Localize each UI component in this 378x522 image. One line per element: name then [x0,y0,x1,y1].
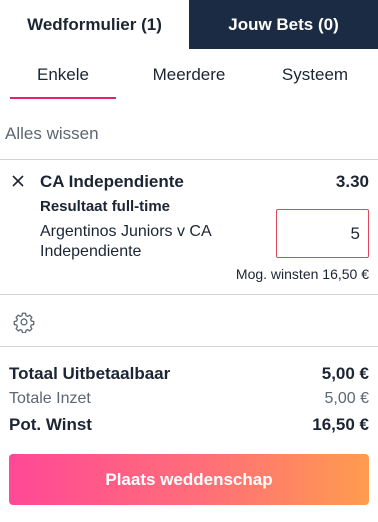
selection-odds: 3.30 [335,172,369,191]
gear-icon[interactable] [13,311,35,333]
tab-my-bets[interactable]: Jouw Bets (0) [189,0,378,49]
betslip-tab-bar: Wedformulier (1) Jouw Bets (0) [0,0,378,49]
selection-name: CA Independiente [40,172,184,191]
divider [0,346,378,347]
tab-system[interactable]: Systeem [252,49,378,101]
total-payout-label: Totaal Uitbetaalbaar [9,364,171,383]
tab-single[interactable]: Enkele [0,49,126,101]
stake-input[interactable] [276,209,369,258]
potential-winnings: Mog. winsten 16,50 € [236,266,369,282]
clear-all-link[interactable]: Alles wissen [5,124,99,144]
potential-win-label: Pot. Winst [9,415,92,434]
place-bet-button[interactable]: Plaats weddenschap [9,454,369,505]
total-stake-label: Totale Inzet [9,390,91,407]
bet-selection-card: CA Independiente 3.30 Resultaat full-tim… [0,160,378,294]
potential-win-value: 16,50 € [312,415,369,434]
tab-betslip[interactable]: Wedformulier (1) [0,0,189,49]
tab-multiple[interactable]: Meerdere [126,49,252,101]
total-stake-value: 5,00 € [324,390,369,407]
event-name: Argentinos Juniors v CA Independiente [40,223,211,260]
potential-winnings-value: 16,50 € [322,266,369,282]
total-stake-row: Totale Inzet 5,00 € [9,390,369,408]
market-name: Resultaat full-time [40,198,171,215]
total-payout-row: Totaal Uitbetaalbaar 5,00 € [9,364,369,384]
potential-winnings-label: Mog. winsten [235,266,319,282]
potential-win-row: Pot. Winst 16,50 € [9,415,369,435]
bet-type-tabs: Enkele Meerdere Systeem [0,49,378,101]
divider [0,294,378,295]
total-payout-value: 5,00 € [321,364,369,383]
close-icon[interactable] [11,174,25,188]
